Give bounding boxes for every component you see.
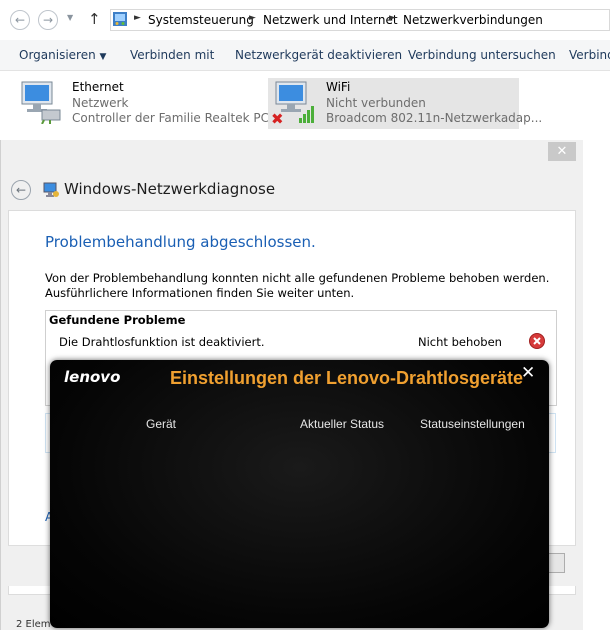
disconnected-x-icon: ✖ (271, 110, 284, 128)
disable-device-button[interactable]: Netzwerkgerät deaktivieren (235, 48, 402, 62)
close-dialog-button[interactable] (548, 553, 565, 573)
diagnose-connection-button[interactable]: Verbindung untersuchen (408, 48, 556, 62)
troubleshooting-heading: Problembehandlung abgeschlossen. (45, 233, 316, 251)
lenovo-window-title: Einstellungen der Lenovo-Drahtlosgeräte (170, 368, 524, 388)
back-arrow-icon[interactable]: ← (11, 180, 31, 200)
item-count: 2 Elem (16, 619, 51, 630)
control-panel-icon (113, 12, 127, 26)
ethernet-status: Netzwerk (72, 96, 129, 110)
diagnostics-title: Windows-Netzwerkdiagnose (64, 180, 276, 198)
lenovo-wireless-settings-window (50, 360, 549, 628)
recent-locations-chevron-icon[interactable]: ▼ (67, 13, 73, 22)
problem-description: Die Drahtlosfunktion ist deaktiviert. (59, 335, 265, 349)
wifi-device: Broadcom 802.11n-Netzwerkadap... (326, 111, 543, 125)
problems-table-header: Gefundene Probleme (49, 313, 186, 327)
ethernet-device: Controller der Familie Realtek PCI... (72, 111, 284, 125)
wifi-status: Nicht verbunden (326, 96, 426, 110)
connect-to-button[interactable]: Verbinden mit (130, 48, 214, 62)
breadcrumb-control-panel[interactable]: Systemsteuerung (148, 13, 254, 27)
organize-menu[interactable]: Organisieren ▼ (19, 48, 106, 62)
back-button[interactable]: ← (10, 10, 30, 30)
network-diagnostics-icon (43, 182, 59, 198)
breadcrumb-separator-icon: ► (134, 13, 141, 23)
wifi-name: WiFi (326, 80, 351, 94)
ethernet-adapter-icon[interactable] (18, 80, 64, 125)
error-icon (529, 333, 545, 349)
result-text-1: Von der Problembehandlung konnten nicht … (45, 271, 550, 285)
column-status-settings: Statuseinstellungen (420, 417, 525, 431)
close-icon[interactable]: ✕ (521, 363, 535, 383)
forward-button[interactable]: → (38, 10, 58, 30)
problem-status: Nicht behoben (418, 335, 502, 349)
ethernet-name: Ethernet (72, 80, 124, 94)
breadcrumb-separator-icon[interactable]: ► (249, 13, 256, 23)
up-arrow-icon[interactable]: ↑ (88, 10, 101, 28)
breadcrumb-network-connections[interactable]: Netzwerkverbindungen (403, 13, 543, 27)
connection-settings-button[interactable]: Verbind (569, 48, 610, 62)
breadcrumb-network-internet[interactable]: Netzwerk und Internet (263, 13, 398, 27)
breadcrumb-separator-icon[interactable]: ► (389, 13, 396, 23)
chevron-down-icon: ▼ (99, 52, 107, 62)
lenovo-logo: lenovo (64, 368, 121, 386)
column-current-status: Aktueller Status (300, 417, 385, 431)
close-button[interactable]: ✕ (548, 142, 576, 161)
result-text-2: Ausführlichere Informationen finden Sie … (45, 286, 355, 300)
column-device: Gerät (146, 417, 177, 431)
